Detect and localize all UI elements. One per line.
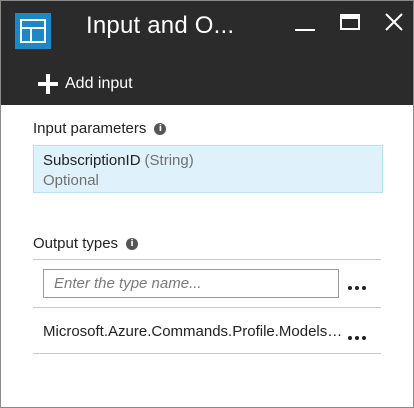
input-parameters-label: Input parameters <box>33 120 147 137</box>
more-options-icon[interactable] <box>347 335 369 349</box>
divider <box>33 307 381 308</box>
param-name-line: SubscriptionID (String) <box>43 152 194 169</box>
info-icon[interactable]: i <box>126 237 139 250</box>
input-parameters-heading: Input parameters i <box>33 120 167 137</box>
more-options-icon[interactable] <box>347 285 369 299</box>
blade-layout-icon <box>15 13 51 49</box>
param-optional-label: Optional <box>43 172 99 189</box>
blade-panel: Input and O... Add input Input parameter… <box>0 0 414 408</box>
output-type-item[interactable]: Microsoft.Azure.Commands.Profile.Models.… <box>43 323 343 340</box>
blade-header: Input and O... Add input <box>1 1 413 105</box>
add-input-label: Add input <box>65 75 133 92</box>
plus-icon <box>37 73 59 95</box>
param-name: SubscriptionID <box>43 152 141 169</box>
close-icon[interactable] <box>382 10 406 34</box>
divider <box>33 353 381 354</box>
output-type-input[interactable] <box>43 269 339 298</box>
output-types-heading: Output types i <box>33 235 139 252</box>
input-parameter-row[interactable]: SubscriptionID (String) Optional <box>33 145 383 193</box>
divider <box>33 259 381 260</box>
blade-title: Input and O... <box>86 12 235 39</box>
maximize-icon[interactable] <box>338 10 362 34</box>
output-types-label: Output types <box>33 235 119 252</box>
param-type: (String) <box>144 152 194 169</box>
add-input-button[interactable]: Add input <box>37 71 133 97</box>
info-icon[interactable]: i <box>154 122 167 135</box>
minimize-icon[interactable] <box>293 10 317 34</box>
